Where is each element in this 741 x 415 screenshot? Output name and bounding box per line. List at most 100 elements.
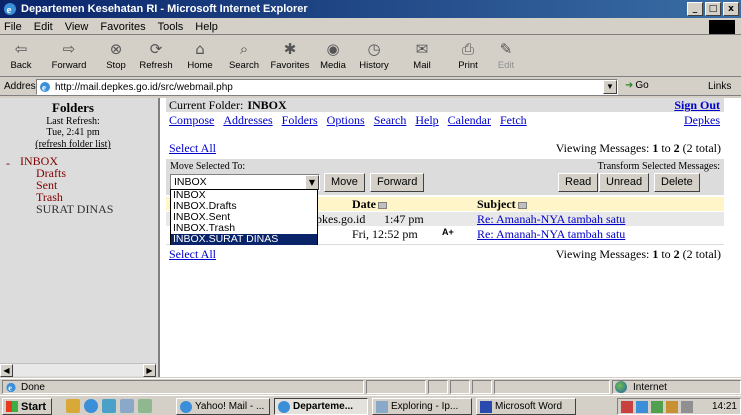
address-bar: Address e http://mail.depkes.go.id/src/w… — [0, 78, 741, 96]
message-subject-link[interactable]: Re: Amanah-NYA tambah satu — [477, 227, 625, 242]
task-departemen[interactable]: Departeme... — [274, 398, 368, 415]
windows-logo-icon — [709, 20, 735, 34]
sort-icon[interactable] — [378, 201, 387, 209]
clock: 14:21 — [711, 401, 737, 412]
go-arrow-icon: ➜ — [625, 80, 634, 91]
globe-icon — [615, 381, 627, 393]
refresh-folder-list-link[interactable]: (refresh folder list) — [0, 139, 146, 150]
edit-button[interactable]: ✎ Edit — [488, 37, 524, 75]
mail-button[interactable]: ✉ Mail — [396, 37, 448, 75]
menu-view[interactable]: View — [65, 21, 89, 33]
priority-flag: A+ — [442, 227, 454, 237]
select-all-link[interactable]: Select All — [169, 141, 216, 156]
ie-quicklaunch-icon[interactable] — [84, 399, 98, 413]
move-button[interactable]: Move — [324, 173, 365, 192]
subject-column-header[interactable]: Subject — [477, 197, 527, 212]
history-button[interactable]: ◷ History — [352, 37, 396, 75]
message-subject-link[interactable]: Re: Amanah-NYA tambah satu — [477, 212, 625, 227]
collapse-dash[interactable]: - — [6, 157, 10, 170]
forward-message-button[interactable]: Forward — [370, 173, 425, 192]
viewing-messages-bottom: Viewing Messages: 1 to 2 (2 total) — [555, 247, 721, 261]
home-button[interactable]: ⌂ Home — [178, 37, 222, 75]
nav-depkes[interactable]: Depkes — [684, 113, 720, 128]
delete-button[interactable]: Delete — [654, 173, 700, 192]
nav-calendar[interactable]: Calendar — [448, 113, 491, 127]
menu-file[interactable]: File — [4, 21, 22, 33]
menu-favorites[interactable]: Favorites — [100, 21, 145, 33]
transform-label: Transform Selected Messages: — [597, 161, 720, 172]
scroll-left-icon[interactable]: ◀ — [0, 364, 13, 377]
go-button[interactable]: ➜ Go — [625, 80, 649, 91]
current-folder-name: INBOX — [247, 97, 287, 112]
tray-icon[interactable] — [636, 401, 648, 413]
tray-icon[interactable] — [621, 401, 633, 413]
read-button[interactable]: Read — [558, 173, 599, 192]
select-all-link-bottom[interactable]: Select All — [169, 247, 216, 262]
nav-fetch[interactable]: Fetch — [500, 113, 527, 127]
home-icon: ⌂ — [195, 40, 205, 58]
address-dropdown-icon[interactable]: ▼ — [603, 80, 617, 94]
ie-logo-icon: e — [4, 3, 16, 16]
address-label: Address — [4, 81, 41, 92]
task-microsoft-word[interactable]: Microsoft Word — [476, 398, 576, 415]
tray-icon[interactable] — [666, 401, 678, 413]
sort-icon[interactable] — [517, 201, 527, 209]
task-yahoo-mail[interactable]: Yahoo! Mail - ... — [176, 398, 270, 415]
address-url: http://mail.depkes.go.id/src/webmail.php — [55, 81, 233, 93]
tray-icon[interactable] — [681, 401, 693, 413]
back-button[interactable]: ⇦ Back — [2, 37, 40, 75]
nav-search[interactable]: Search — [374, 113, 407, 127]
favorites-icon: ✱ — [283, 40, 297, 58]
nav-addresses[interactable]: Addresses — [223, 113, 272, 127]
refresh-button[interactable]: ⟳ Refresh — [134, 37, 178, 75]
minimize-button[interactable]: _ — [687, 2, 703, 16]
sign-out-link[interactable]: Sign Out — [674, 98, 720, 113]
dropdown-option-selected[interactable]: INBOX.SURAT DINAS — [171, 234, 317, 245]
svg-text:e: e — [42, 83, 46, 93]
address-input[interactable]: e http://mail.depkes.go.id/src/webmail.p… — [36, 79, 618, 95]
chevron-down-icon[interactable]: ▼ — [305, 175, 319, 190]
nav-help[interactable]: Help — [415, 113, 438, 127]
search-button[interactable]: ⌕ Search — [222, 37, 266, 75]
nav-options[interactable]: Options — [327, 113, 365, 127]
ie-icon — [278, 400, 290, 413]
folders-heading: Folders — [52, 100, 94, 115]
back-arrow-icon: ⇦ — [14, 40, 28, 58]
forward-button[interactable]: ⇨ Forward — [40, 37, 98, 75]
outlook-quicklaunch-icon[interactable] — [102, 399, 116, 413]
page-icon: e — [40, 82, 50, 93]
links-button[interactable]: Links — [708, 81, 731, 92]
print-button[interactable]: ⎙ Print — [448, 37, 488, 75]
folder-surat-dinas[interactable]: SURAT DINAS — [36, 203, 113, 216]
edit-icon: ✎ — [499, 40, 513, 58]
move-folder-dropdown-list: INBOX INBOX.Drafts INBOX.Sent INBOX.Tras… — [170, 189, 318, 245]
menu-help[interactable]: Help — [195, 21, 218, 33]
horizontal-scrollbar[interactable]: ◀ ▶ — [0, 363, 156, 377]
word-icon — [480, 400, 492, 413]
media-icon: ◉ — [326, 40, 340, 58]
show-desktop-icon[interactable] — [66, 399, 80, 413]
close-button[interactable]: x — [723, 2, 739, 16]
unread-button[interactable]: Unread — [599, 173, 650, 192]
stop-button[interactable]: ⊗ Stop — [98, 37, 134, 75]
nav-compose[interactable]: Compose — [169, 113, 214, 127]
scroll-right-icon[interactable]: ▶ — [143, 364, 156, 377]
menu-tools[interactable]: Tools — [158, 21, 184, 33]
search-icon: ⌕ — [239, 40, 249, 58]
task-exploring[interactable]: Exploring - Ip... — [372, 398, 472, 415]
app-quicklaunch-icon[interactable] — [138, 399, 152, 413]
maximize-button[interactable]: □ — [705, 2, 721, 16]
move-selected-label: Move Selected To: — [170, 161, 246, 172]
browser-window: e Departemen Kesehatan RI - Microsoft In… — [0, 0, 741, 415]
explorer-quicklaunch-icon[interactable] — [120, 399, 134, 413]
viewing-messages: Viewing Messages: 1 to 2 (2 total) — [555, 141, 721, 155]
start-button[interactable]: Start — [2, 398, 52, 415]
tray-icon[interactable] — [651, 401, 663, 413]
main-nav: Compose Addresses Folders Options Search… — [166, 113, 724, 127]
date-column-header[interactable]: Date — [352, 197, 387, 212]
nav-folders[interactable]: Folders — [282, 113, 318, 127]
status-cell — [450, 380, 470, 394]
favorites-button[interactable]: ✱ Favorites — [266, 37, 314, 75]
menu-edit[interactable]: Edit — [34, 21, 53, 33]
media-button[interactable]: ◉ Media — [314, 37, 352, 75]
